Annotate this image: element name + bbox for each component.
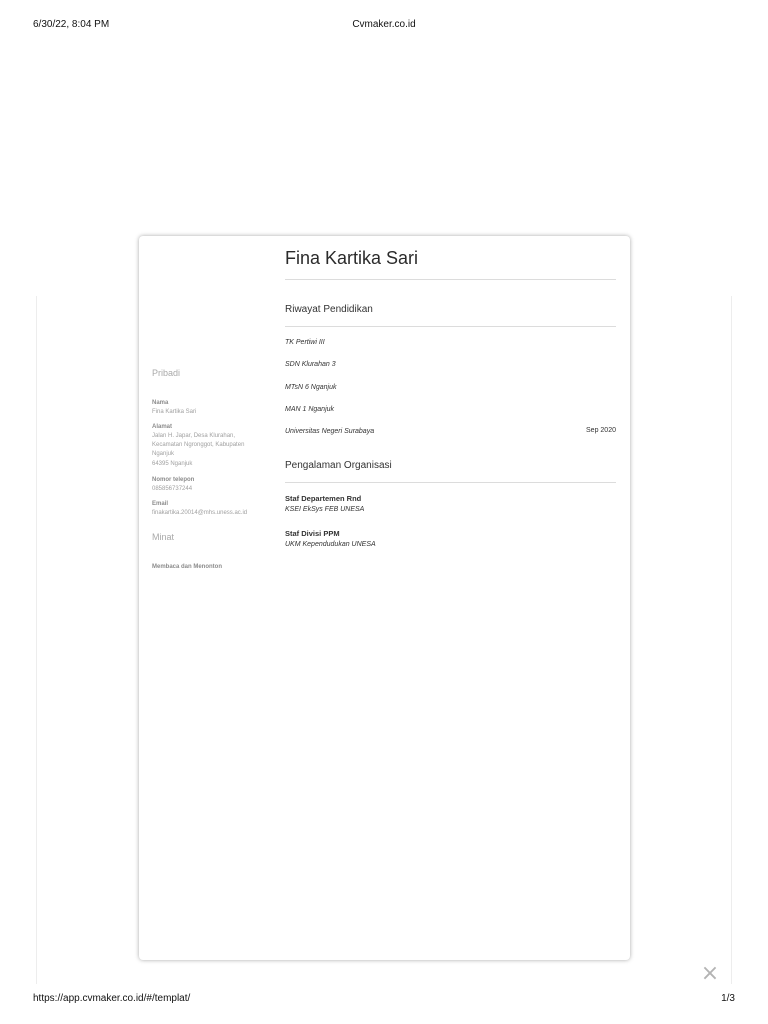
cv-name: Fina Kartika Sari bbox=[285, 248, 419, 268]
organization-divider bbox=[285, 482, 616, 483]
print-site-title: Cvmaker.co.id bbox=[352, 19, 416, 30]
name-label: Nama bbox=[152, 400, 169, 406]
close-icon[interactable]: × bbox=[700, 963, 720, 985]
interests-title: Minat bbox=[152, 532, 175, 542]
email-value: finakartika.20014@mhs.uness.ac.id bbox=[152, 510, 248, 516]
address-line: 64395 Nganjuk bbox=[152, 461, 193, 467]
organization-name: UKM Kependudukan UNESA bbox=[285, 541, 376, 548]
education-item: TK Pertiwi III bbox=[285, 339, 325, 346]
address-line: Kecamatan Ngronggot, Kabupaten bbox=[152, 442, 245, 448]
address-line: Nganjuk bbox=[152, 451, 175, 457]
interests-value: Membaca dan Menonton bbox=[152, 564, 223, 570]
print-header: 6/30/22, 8:04 PM Cvmaker.co.id bbox=[33, 19, 735, 33]
organization-role: Staf Departemen Rnd bbox=[285, 494, 362, 503]
organization-title: Pengalaman Organisasi bbox=[285, 460, 392, 471]
personal-title: Pribadi bbox=[152, 368, 181, 378]
name-value: Fina Kartika Sari bbox=[152, 409, 197, 415]
education-divider bbox=[285, 326, 616, 327]
address-label: Alamat bbox=[152, 424, 173, 430]
print-url: https://app.cvmaker.co.id/#/templat/ bbox=[33, 993, 191, 1004]
education-item: SDN Klurahan 3 bbox=[285, 361, 336, 368]
email-label: Email bbox=[152, 501, 169, 507]
name-divider bbox=[285, 279, 616, 280]
organization-role: Staf Divisi PPM bbox=[285, 529, 340, 538]
backdrop-edge-right bbox=[731, 296, 732, 984]
print-footer: https://app.cvmaker.co.id/#/templat/ 1/3 bbox=[33, 993, 735, 1007]
education-item: MTsN 6 Nganjuk bbox=[285, 384, 337, 391]
address-line: Jalan H. Japar, Desa Klurahan, bbox=[152, 433, 236, 439]
print-page-number: 1/3 bbox=[721, 993, 735, 1004]
organization-name: KSEI EkSys FEB UNESA bbox=[285, 506, 365, 513]
education-item: Universitas Negeri Surabaya bbox=[285, 428, 375, 435]
education-title: Riwayat Pendidikan bbox=[285, 304, 373, 315]
backdrop-edge-left bbox=[36, 296, 37, 984]
education-item: MAN 1 Nganjuk bbox=[285, 406, 335, 413]
phone-value: 085856737244 bbox=[152, 486, 193, 492]
education-date: Sep 2020 bbox=[586, 427, 616, 434]
phone-label: Nomor telepon bbox=[152, 477, 195, 483]
cv-document: Fina Kartika Sari Riwayat Pendidikan TK … bbox=[139, 236, 630, 960]
